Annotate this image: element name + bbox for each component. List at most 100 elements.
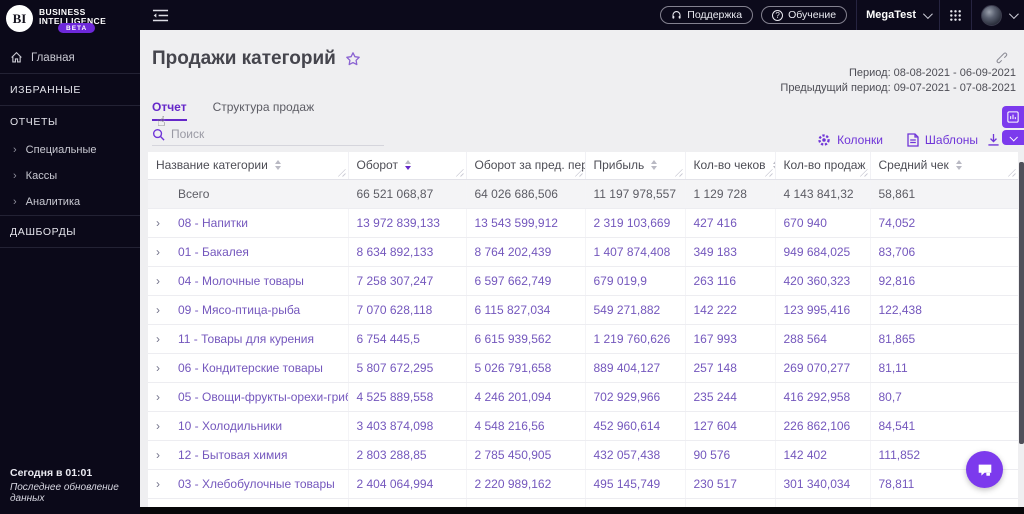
account-menu[interactable]: MegaTest <box>866 8 933 21</box>
expand-icon[interactable]: › <box>156 419 178 433</box>
cell-value: 2 319 103,669 <box>585 208 686 238</box>
expand-icon[interactable]: › <box>156 216 178 230</box>
column-header-profit[interactable]: Прибыль <box>585 152 686 180</box>
sort-icon[interactable] <box>404 160 411 171</box>
cell-value: 432 057,438 <box>585 440 686 470</box>
avatar[interactable] <box>981 4 1002 26</box>
cell-value: 142 222 <box>685 295 776 325</box>
training-button[interactable]: ? Обучение <box>761 6 848 24</box>
last-update-time: Сегодня в 01:01 <box>10 467 93 479</box>
category-name: 08 - Напитки <box>178 215 249 230</box>
category-name: 01 - Бакалея <box>178 244 249 259</box>
menu-fold-icon[interactable] <box>152 8 169 23</box>
cell-value: 416 292,958 <box>775 382 871 412</box>
column-header-turnover[interactable]: Оборот <box>348 152 467 180</box>
expand-icon[interactable]: › <box>156 274 178 288</box>
table-row[interactable]: › 03 - Хлебобулочные товары 2 404 064,994 2… <box>148 469 1018 499</box>
expand-icon[interactable]: › <box>156 303 178 317</box>
sort-icon[interactable] <box>955 160 962 171</box>
category-name: 04 - Молочные товары <box>178 273 304 288</box>
expand-icon[interactable]: › <box>156 390 178 404</box>
table-row[interactable]: › 01 - Бакалея 8 634 892,133 8 764 202,439 1… <box>148 237 1018 267</box>
cell-value: 301 340,034 <box>775 469 871 499</box>
table-row[interactable]: › 12 - Бытовая химия 2 803 288,85 2 785 450… <box>148 440 1018 470</box>
cell-value: 452 960,614 <box>585 411 686 441</box>
vertical-scrollbar[interactable] <box>1019 162 1024 444</box>
column-header-prev-turnover[interactable]: Оборот за пред. период <box>466 152 586 180</box>
tabs: Отчет Структура продаж <box>152 100 314 121</box>
table-total-row: ›Всего66 521 068,8764 026 686,50611 197 … <box>148 179 1018 209</box>
expand-icon[interactable]: › <box>156 332 178 346</box>
table-row[interactable]: › 11 - Товары для курения 6 754 445,5 6 615… <box>148 324 1018 354</box>
cell-value: 8 634 892,133 <box>348 237 467 267</box>
period-info: Период: 08-08-2021 - 06-09-2021 Предыдущ… <box>780 66 1016 96</box>
cell-value: 11 197 978,557 <box>585 179 686 209</box>
sidebar-section-reports[interactable]: ОТЧЕТЫ <box>0 105 140 137</box>
cell-value: 6 597 662,749 <box>466 266 586 296</box>
column-header-category-name[interactable]: Название категории <box>148 152 349 180</box>
gear-icon <box>817 133 831 147</box>
collapse-panel-button[interactable] <box>1002 130 1024 145</box>
table-row[interactable]: › 04 - Молочные товары 7 258 307,247 6 597 … <box>148 266 1018 296</box>
sort-icon[interactable] <box>274 160 281 171</box>
sidebar-item-home[interactable]: Главная <box>0 42 140 73</box>
chat-bubble-icon <box>976 461 994 479</box>
table-row[interactable]: › 08 - Напитки 13 972 839,133 13 543 599,91… <box>148 208 1018 238</box>
templates-button[interactable]: Шаблоны <box>907 133 978 147</box>
expand-icon[interactable]: › <box>156 361 178 375</box>
chevron-down-icon[interactable] <box>1008 8 1019 19</box>
category-name: Всего <box>178 186 210 201</box>
expand-icon[interactable]: › <box>156 448 178 462</box>
cell-value: 679 019,9 <box>585 266 686 296</box>
category-name: 06 - Кондитерские товары <box>178 360 323 375</box>
category-name: 05 - Овощи-фрукты-орехи-грибы <box>178 389 348 404</box>
headset-icon <box>671 10 682 21</box>
chat-widget-button[interactable] <box>966 451 1003 488</box>
sidebar-section-dashboards[interactable]: ДАШБОРДЫ <box>0 216 140 248</box>
home-icon <box>10 51 23 64</box>
columns-button[interactable]: Колонки <box>817 133 883 147</box>
sidebar-item-kassy[interactable]: › Кассы <box>0 163 140 189</box>
brand-logo: BI BUSINESS INTELLIGENCE BETA <box>0 0 140 42</box>
share-link-icon[interactable] <box>995 51 1009 65</box>
column-header-avg-receipt[interactable]: Средний чек <box>870 152 1018 180</box>
chart-panel-icon <box>1007 111 1019 123</box>
main-content: Продажи категорий Период: 08-08-2021 - 0… <box>140 30 1024 514</box>
sidebar-item-special[interactable]: › Специальные <box>0 137 140 163</box>
cell-value: 123 995,416 <box>775 295 871 325</box>
category-name: 10 - Холодильники <box>178 418 283 433</box>
sort-icon[interactable] <box>651 160 658 171</box>
template-file-icon <box>907 133 919 147</box>
table-row[interactable]: › 10 - Холодильники 3 403 874,098 4 548 216… <box>148 411 1018 441</box>
favorite-star-icon[interactable] <box>345 51 361 67</box>
column-header-receipts-count[interactable]: Кол-во чеков <box>685 152 776 180</box>
topbar: Поддержка ? Обучение MegaTest <box>140 0 1024 30</box>
column-header-sales-count[interactable]: Кол-во продаж <box>775 152 871 180</box>
cell-value: 81,11 <box>870 353 1018 383</box>
table-row[interactable]: › 09 - Мясо-птица-рыба 7 070 628,118 6 115 … <box>148 295 1018 325</box>
chevron-right-icon: › <box>13 169 17 182</box>
tab-sales-structure[interactable]: Структура продаж <box>213 100 315 121</box>
table-row[interactable]: › 05 - Овощи-фрукты-орехи-грибы 4 525 889,… <box>148 382 1018 412</box>
download-icon[interactable] <box>987 133 1000 147</box>
cell-value: 92,816 <box>870 266 1018 296</box>
last-update-note: Последнее обновление данных <box>10 482 119 504</box>
support-button[interactable]: Поддержка <box>660 6 754 24</box>
cell-value: 127 604 <box>685 411 776 441</box>
cell-value: 122,438 <box>870 295 1018 325</box>
search-input[interactable] <box>171 127 384 141</box>
search-box[interactable] <box>152 127 384 146</box>
expand-icon[interactable]: › <box>156 477 178 491</box>
cell-value: 427 416 <box>685 208 776 238</box>
table-row[interactable]: › 06 - Кондитерские товары 5 807 672,295 5 … <box>148 353 1018 383</box>
sidebar-section-favorites[interactable]: ИЗБРАННЫЕ <box>0 73 140 105</box>
table-toolbar: Колонки Шаблоны <box>817 133 978 147</box>
side-panel-toggles <box>1002 106 1024 145</box>
app-window: BI BUSINESS INTELLIGENCE BETA Главная ИЗ… <box>0 0 1024 514</box>
expand-icon[interactable]: › <box>156 245 178 259</box>
chart-panel-button[interactable] <box>1002 106 1024 128</box>
apps-grid-icon[interactable] <box>949 9 962 22</box>
cell-value: 5 807 672,295 <box>348 353 467 383</box>
sidebar-item-analytics[interactable]: › Аналитика <box>0 189 140 216</box>
cell-value: 288 564 <box>775 324 871 354</box>
